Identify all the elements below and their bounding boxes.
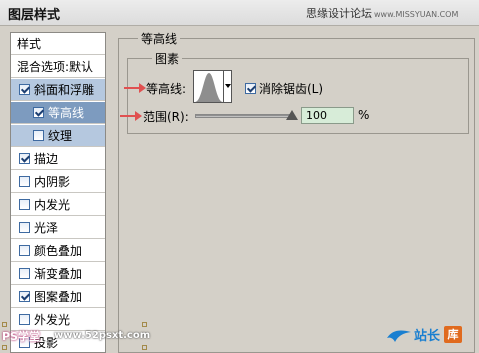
style-item-label: 内发光 [34,198,71,212]
watermark-ps-text: PS学堂 [2,330,40,343]
contour-dropdown-arrow[interactable] [223,70,232,103]
watermark-top-text: 思缘设计论坛 [306,7,372,20]
outer-glow-checkbox[interactable] [19,314,30,325]
anti-alias-option[interactable]: 消除锯齿(L) [245,80,323,97]
styles-header-label: 样式 [17,37,42,51]
contour-label: 等高线: [146,82,187,96]
contour-curve-icon [195,73,223,102]
style-item-label: 描边 [34,152,59,166]
style-item-label: 图案叠加 [34,290,83,304]
style-item-label: 外发光 [34,313,71,327]
watermark-ku-badge: 库 [444,326,462,343]
style-item-inner-glow[interactable]: 内发光 [11,194,105,216]
layer-style-dialog: 图层样式 思缘设计论坛 www.MISSYUAN.COM 样式 混合选项:默认 斜… [0,0,479,353]
range-label: 范围(R): [143,110,189,124]
watermark-bottom-left: PS学堂 www.52psxt.com [2,328,152,348]
range-unit: % [358,108,370,122]
color-overlay-checkbox[interactable] [19,245,30,256]
bird-logo-icon [387,330,411,342]
style-item-label: 内阴影 [34,175,71,189]
style-item-bevel-emboss[interactable]: 斜面和浮雕 [11,79,105,101]
style-item-label: 颜色叠加 [34,244,83,258]
styles-list: 样式 混合选项:默认 斜面和浮雕 等高线 纹理 描边 内阴影 内发光 光泽 颜色… [10,32,106,353]
blend-options-item[interactable]: 混合选项:默认 [11,56,105,78]
anti-alias-label: 消除锯齿(L) [259,82,324,96]
watermark-top-url: www.MISSYUAN.COM [374,10,459,19]
red-arrow-range [120,111,142,121]
style-item-pattern-overlay[interactable]: 图案叠加 [11,286,105,308]
anti-alias-checkbox[interactable] [245,83,256,94]
texture-checkbox[interactable] [33,130,44,141]
style-item-label: 光泽 [34,221,59,235]
style-item-color-overlay[interactable]: 颜色叠加 [11,240,105,262]
stroke-checkbox[interactable] [19,153,30,164]
contour-checkbox[interactable] [33,107,44,118]
watermark-zhanzhang-text: 站长 [414,329,441,344]
style-item-stroke[interactable]: 描边 [11,148,105,170]
style-item-inner-shadow[interactable]: 内阴影 [11,171,105,193]
corner-mark [2,322,7,327]
style-item-label: 渐变叠加 [34,267,83,281]
inner-shadow-checkbox[interactable] [19,176,30,187]
style-item-label: 斜面和浮雕 [34,83,95,97]
style-item-label: 等高线 [48,106,85,120]
watermark-site-text: www.52psxt.com [54,330,151,341]
gradient-overlay-checkbox[interactable] [19,268,30,279]
range-slider-thumb[interactable] [286,110,298,120]
inner-glow-checkbox[interactable] [19,199,30,210]
corner-mark [142,322,147,327]
style-item-gradient-overlay[interactable]: 渐变叠加 [11,263,105,285]
style-item-contour[interactable]: 等高线 [11,102,105,124]
range-slider[interactable] [195,114,293,118]
style-item-label: 纹理 [48,129,73,143]
elements-group-title: 图素 [152,50,183,67]
bevel-emboss-checkbox[interactable] [19,84,30,95]
pattern-overlay-checkbox[interactable] [19,291,30,302]
watermark-top: 思缘设计论坛 www.MISSYUAN.COM [306,5,458,21]
styles-header[interactable]: 样式 [11,33,105,55]
blend-options-label: 混合选项:默认 [17,60,94,74]
satin-checkbox[interactable] [19,222,30,233]
watermark-bottom-right: 站长 库 [386,324,476,348]
title-bar[interactable]: 图层样式 思缘设计论坛 www.MISSYUAN.COM [0,0,479,26]
style-item-texture[interactable]: 纹理 [11,125,105,147]
range-input[interactable] [301,107,354,124]
dialog-title: 图层样式 [8,8,61,23]
style-item-satin[interactable]: 光泽 [11,217,105,239]
contour-group-title: 等高线 [138,30,181,47]
red-arrow-contour [124,83,146,93]
